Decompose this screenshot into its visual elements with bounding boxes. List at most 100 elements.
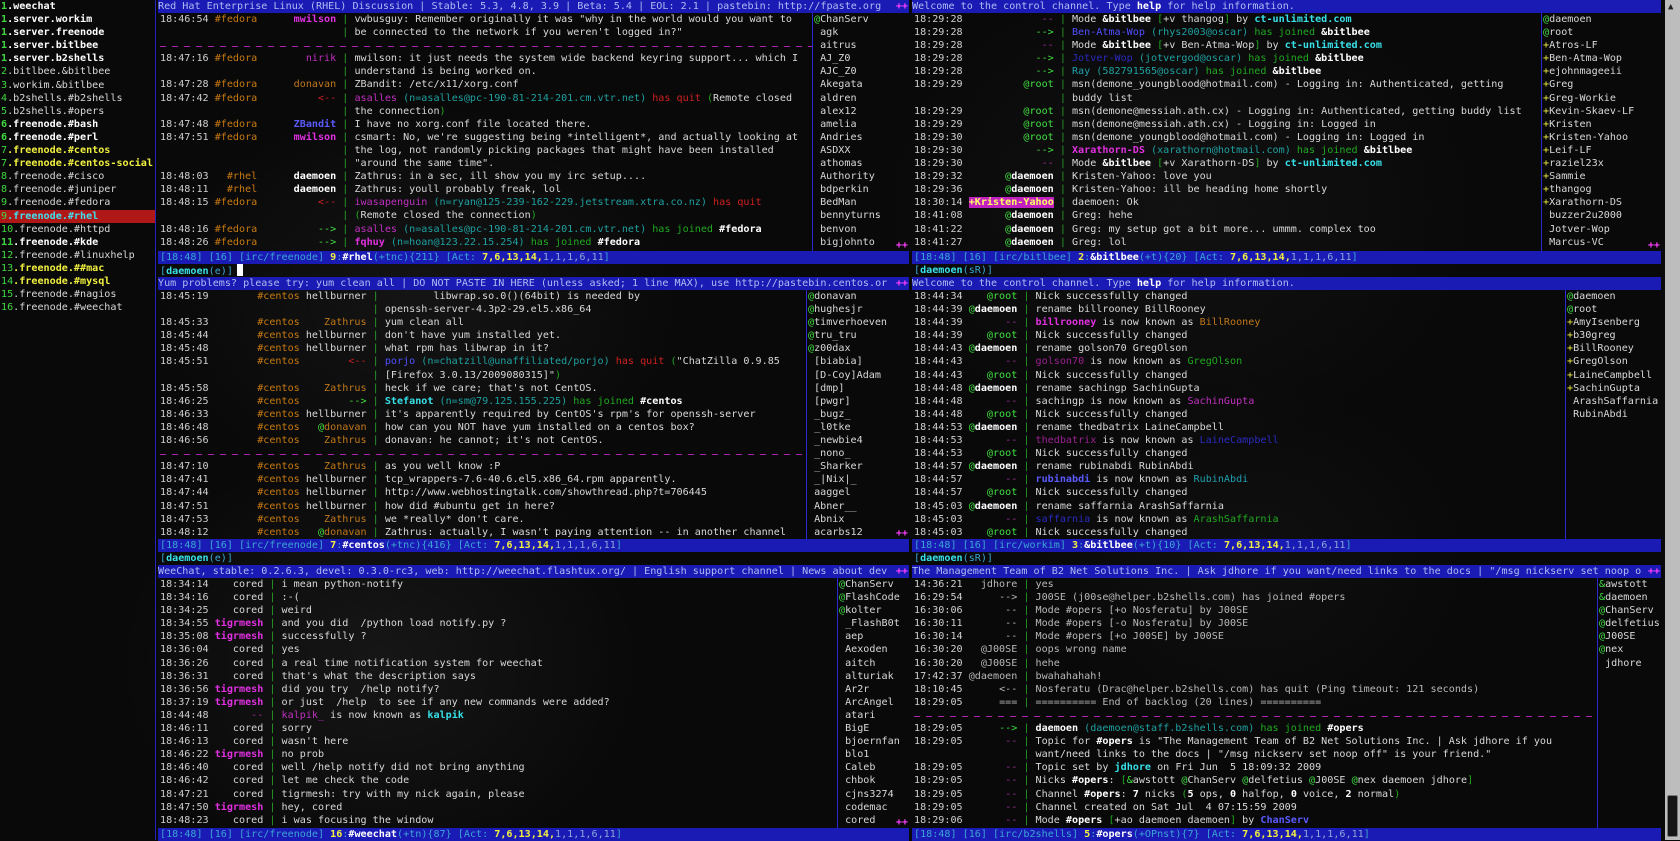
nick-list-item[interactable]: +thangog [1543,183,1661,196]
nick-list-item[interactable]: buzzer2u2000 [1543,209,1661,222]
buffer-item[interactable]: 14.freenode.#mysql [0,275,155,288]
nick-list-item[interactable]: bennyturns [814,209,909,222]
buffer-item[interactable]: 3.workim.&bitlbee [0,79,155,92]
nick-list-item[interactable]: +Kristen [1543,118,1661,131]
nick-list-item[interactable]: acarbs12 [808,526,909,539]
input-line[interactable]: [daemoen(sR)] [912,552,1661,565]
nick-list-item[interactable]: _l0tke [808,421,909,434]
nick-list-item[interactable]: @nex [1599,643,1661,656]
buffer-item[interactable]: 12.freenode.#linuxhelp [0,249,155,262]
scrollbar-thumb[interactable] [1667,795,1678,837]
nick-list-item[interactable]: +ejohnmageeii [1543,65,1661,78]
nick-list-item[interactable]: _bugz_ [808,408,909,421]
nick-list-item[interactable]: athomas [814,157,909,170]
nick-list-item[interactable]: &daemoen [1599,591,1661,604]
nick-list-item[interactable]: atari [839,709,909,722]
nick-list-item[interactable]: +raziel23x [1543,157,1661,170]
nick-list-item[interactable]: +b30greg [1567,329,1661,342]
buffer-item[interactable]: 1.server.bitlbee [0,39,155,52]
nick-list-item[interactable]: @root [1567,303,1661,316]
buffer-item[interactable]: 11.freenode.#kde [0,236,155,249]
buffer-item[interactable]: 9.freenode.#fedora [0,196,155,209]
nick-list-item[interactable]: benvon [814,223,909,236]
nick-list-item[interactable]: _FlashB0t [839,617,909,630]
buffer-item[interactable]: 2.bitlbee.&bitlbee [0,65,155,78]
nick-list-item[interactable]: Ar2r [839,683,909,696]
nick-list-item[interactable]: _newbie4 [808,434,909,447]
nick-list-item[interactable]: RubinAbdi [1567,408,1661,421]
buffer-item[interactable]: 4.b2shells.#b2shells [0,92,155,105]
buffer-item[interactable]: 1.server.workim [0,13,155,26]
buffer-item[interactable]: 13.freenode.##mac [0,262,155,275]
nick-list-item[interactable]: +GregOlson [1567,355,1661,368]
nick-list-item[interactable]: Andries [814,131,909,144]
nick-list-item[interactable]: @z00dax [808,342,909,355]
nick-list-item[interactable]: ArashSaffarnia [1567,395,1661,408]
nick-list-item[interactable]: AJ_Z0 [814,52,909,65]
buffer-item[interactable]: 16.freenode.#weechat [0,301,155,314]
window-scrollbar[interactable]: ▲ [1665,0,1680,840]
nick-list-item[interactable]: BedMan [814,196,909,209]
nick-list-item[interactable]: ArcAngel [839,696,909,709]
nick-list-item[interactable]: Marcus-VC [1543,236,1661,249]
nick-list-item[interactable]: [dmp] [808,382,909,395]
buffer-item[interactable]: 7.freenode.#centos [0,144,155,157]
nick-list-item[interactable]: aldren [814,92,909,105]
nick-list-item[interactable]: Authority [814,170,909,183]
nick-list-item[interactable]: @daemoen [1567,290,1661,303]
nick-list-item[interactable]: @tru_tru [808,329,909,342]
input-line[interactable]: [daemoen(sR)] [912,264,1661,277]
nick-list-item[interactable]: _|Nix|_ [808,473,909,486]
nick-list-item[interactable]: Aexoden [839,643,909,656]
nick-list-item[interactable]: AJC_Z0 [814,65,909,78]
buffer-item[interactable]: 8.freenode.#juniper [0,183,155,196]
nick-list-item[interactable]: +Ben-Atma-Wop [1543,52,1661,65]
nick-list-item[interactable]: jdhore [1599,657,1661,670]
nick-list-item[interactable]: Abnix [808,513,909,526]
nick-list-item[interactable]: bdperkin [814,183,909,196]
buffer-item[interactable]: 9.freenode.#rhel [0,209,155,223]
nick-list-item[interactable]: @ChanServ [1599,604,1661,617]
nick-list-item[interactable]: +SachinGupta [1567,382,1661,395]
buffer-item[interactable]: 6.freenode.#perl [0,131,155,144]
nick-list-item[interactable]: [D-Coy]Adam [808,369,909,382]
scroll-up-arrow-icon[interactable]: ▲ [1668,2,1673,12]
nick-list-item[interactable]: +Atros-LF [1543,39,1661,52]
nick-list-item[interactable]: Caleb [839,761,909,774]
input-line[interactable]: [daemoen(e)] [158,264,909,277]
nick-list-item[interactable]: @donavan [808,290,909,303]
nick-list-item[interactable]: _nono_ [808,447,909,460]
nick-list-item[interactable]: +Greg-Workie [1543,92,1661,105]
nick-list-item[interactable]: [biabia] [808,355,909,368]
nick-list-item[interactable]: @delfetius [1599,617,1661,630]
nick-list-item[interactable]: +LaineCampbell [1567,369,1661,382]
nick-list-item[interactable]: agk [814,26,909,39]
nick-list-item[interactable]: @hughesjr [808,303,909,316]
nick-list-item[interactable]: +Kevin-Skaev-LF [1543,105,1661,118]
nick-list-item[interactable]: +BillRooney [1567,342,1661,355]
nick-list-item[interactable]: @kolter [839,604,909,617]
nick-list-item[interactable]: @daemoen [1543,13,1661,26]
nick-list-item[interactable]: aitrus [814,39,909,52]
nick-list-item[interactable]: @J00SE [1599,630,1661,643]
nick-list-item[interactable]: aep [839,630,909,643]
nick-list-item[interactable]: blo1 [839,748,909,761]
buffer-item[interactable]: 7.freenode.#centos-social [0,157,155,170]
nick-list-item[interactable]: Jotver-Wop [1543,223,1661,236]
buffer-item[interactable]: 10.freenode.#httpd [0,223,155,236]
nick-list-item[interactable]: @root [1543,26,1661,39]
nick-list-item[interactable]: +Sammie [1543,170,1661,183]
buffer-item[interactable]: 8.freenode.#cisco [0,170,155,183]
buffer-item[interactable]: 1.weechat [0,0,155,13]
nick-list-item[interactable]: aitch [839,657,909,670]
buffer-item[interactable]: 6.freenode.#bash [0,118,155,131]
nick-list-item[interactable]: ASDXX [814,144,909,157]
nick-list-item[interactable]: chbok [839,774,909,787]
nick-list-item[interactable]: BigE [839,722,909,735]
nick-list-item[interactable]: amelia [814,118,909,131]
nick-list-item[interactable]: @ChanServ [814,13,909,26]
nick-list-item[interactable]: Akegata [814,78,909,91]
nick-list-item[interactable]: +Xarathorn-DS [1543,196,1661,209]
nick-list-item[interactable]: +AmyIsenberg [1567,316,1661,329]
input-line[interactable]: [daemoen(e)] [158,552,909,565]
